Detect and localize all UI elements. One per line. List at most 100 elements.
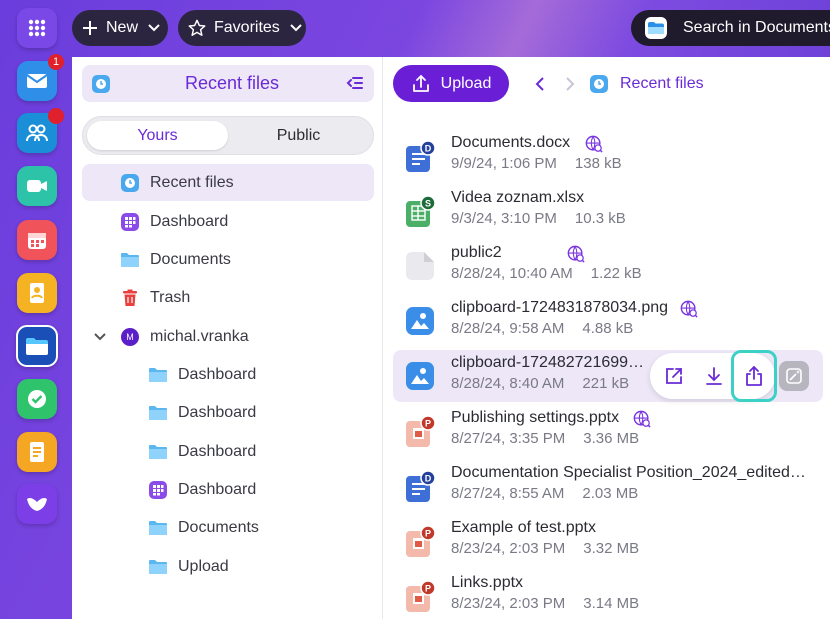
file-meta: 8/23/24, 2:03 PM 3.14 MB [451,595,639,612]
file-name: Videa zoznam.xlsx [451,189,585,206]
edit-sparkle-icon[interactable] [779,361,809,391]
breadcrumb[interactable]: Recent files [590,65,704,102]
docx-file-icon: D [406,470,436,503]
file-row[interactable]: P Publishing settings.pptx 8/27/24, 3:35 P… [393,405,823,457]
sidebar-item-label: Dashboard [150,212,229,230]
file-name: Example of test.pptx [451,519,596,536]
sidebar-item-dashboard-folder[interactable]: Dashboard [82,433,374,470]
tasks-app-icon[interactable] [17,379,57,419]
sidebar-item-documents[interactable]: Documents [82,241,374,278]
file-date: 8/28/24, 10:40 AM [451,265,573,282]
generic-file-icon [406,251,434,283]
sidebar-item-label: Documents [178,518,259,536]
file-size: 3.14 MB [583,595,640,612]
file-meta: 8/27/24, 8:55 AM 2.03 MB [451,485,638,502]
new-label: New [106,19,139,36]
video-call-app-icon[interactable] [17,166,57,206]
sidebar-item-recent-files[interactable]: Recent files [82,164,374,201]
app-dock: 1 [0,0,72,619]
sidebar-item-trash[interactable]: Trash [82,279,374,316]
collapse-sidebar-icon[interactable] [346,75,364,96]
file-row[interactable]: clipboard-1724827216994.png 8/28/24, 8:40… [393,350,823,402]
sidebar-item-dashboard-app[interactable]: Dashboard [82,471,374,508]
file-row[interactable]: P Example of test.pptx 8/23/24, 2:03 PM 3.3… [393,515,823,567]
public-link-icon [680,300,698,323]
file-name: public2 [451,244,502,261]
forward-arrow-icon[interactable] [565,65,575,102]
download-icon[interactable] [694,353,734,399]
favorites-button[interactable]: Favorites [178,10,306,46]
file-list-panel: Upload Recent files D Documents.docx 9/9/2… [383,57,830,619]
file-row[interactable]: P Links.pptx 8/23/24, 2:03 PM 3.14 MB [393,570,823,619]
favorites-label: Favorites [214,19,280,36]
drive-app-icon[interactable] [16,325,58,367]
folder-icon [148,518,168,538]
calendar-app-icon[interactable] [17,220,57,260]
file-type-badge-letter: P [425,419,431,429]
file-date: 8/28/24, 8:40 AM [451,375,565,392]
file-name: Documentation Specialist Position_2024_e… [451,464,806,481]
clock-icon [590,74,608,93]
file-size: 4.88 kB [582,320,634,337]
file-date: 8/23/24, 2:03 PM [451,595,566,612]
image-file-icon [406,361,434,393]
sidebar-title: Recent files [184,73,280,93]
avatar-letter: M [121,327,139,346]
sidebar-header: Recent files [82,65,374,102]
public-link-icon [567,245,585,268]
sidebar-item-documents-folder[interactable]: Documents [82,509,374,546]
app-grid-icon[interactable] [17,8,57,48]
search-label: Search in Documents [683,19,830,36]
visibility-toggle: Yours Public [82,116,374,155]
mail-badge: 1 [48,54,64,70]
file-name: clipboard-1724831878034.png [451,299,669,316]
sidebar-item-label: Dashboard [178,403,257,421]
sidebar-item-dashboard[interactable]: Dashboard [82,203,374,240]
dashboard-icon [120,212,140,232]
file-date: 9/3/24, 3:10 PM [451,210,557,227]
share-icon[interactable] [731,350,777,402]
file-size: 221 kB [582,375,630,392]
pptx-file-icon: P [406,415,436,448]
sidebar-item-dashboard-folder[interactable]: Dashboard [82,394,374,431]
file-name: clipboard-1724827216994.png [451,354,651,371]
file-type-badge-letter: S [425,199,431,209]
file-name: Publishing settings.pptx [451,409,620,426]
folder-icon [148,365,168,385]
sidebar-item-label: Documents [150,250,231,268]
address-book-app-icon[interactable] [17,273,57,313]
file-size: 3.32 MB [583,540,640,557]
tab-yours[interactable]: Yours [87,121,228,150]
file-row[interactable]: S Videa zoznam.xlsx 9/3/24, 3:10 PM 10.3 kB [393,185,823,237]
notes-app-icon[interactable] [17,432,57,472]
file-row[interactable]: D Documentation Specialist Position_2024_… [393,460,823,512]
open-in-new-icon[interactable] [654,353,694,399]
sidebar-item-dashboard-folder[interactable]: Dashboard [82,356,374,393]
back-arrow-icon[interactable] [535,65,545,102]
file-size: 2.03 MB [582,485,639,502]
image-file-icon [406,306,434,338]
trash-icon [120,288,140,308]
star-icon [188,19,206,36]
search-bar[interactable]: Search in Documents [631,10,830,46]
tab-public[interactable]: Public [228,121,369,150]
user-avatar: M [120,327,140,347]
file-date: 8/23/24, 2:03 PM [451,540,566,557]
chevron-down-icon[interactable] [94,332,106,341]
file-size: 10.3 kB [574,210,626,227]
file-meta: 9/3/24, 3:10 PM 10.3 kB [451,210,626,227]
file-date: 9/9/24, 1:06 PM [451,155,557,172]
sidebar-item-upload-folder[interactable]: Upload [82,548,374,585]
file-type-badge-letter: P [425,529,431,539]
file-row[interactable]: D Documents.docx 9/9/24, 1:06 PM 138 kB [393,130,823,182]
sidebar-item-michal-vranka[interactable]: M michal.vranka [82,318,374,355]
file-row[interactable]: clipboard-1724831878034.png 8/28/24, 9:58… [393,295,823,347]
contacts-notification-dot [48,108,64,124]
chat-app-icon[interactable] [17,484,57,524]
new-button[interactable]: New [72,10,168,46]
file-row[interactable]: public2 8/28/24, 10:40 AM 1.22 kB [393,240,823,292]
breadcrumb-label: Recent files [620,74,704,92]
plus-icon [83,21,97,35]
upload-button[interactable]: Upload [393,65,509,102]
file-name: Links.pptx [451,574,524,591]
